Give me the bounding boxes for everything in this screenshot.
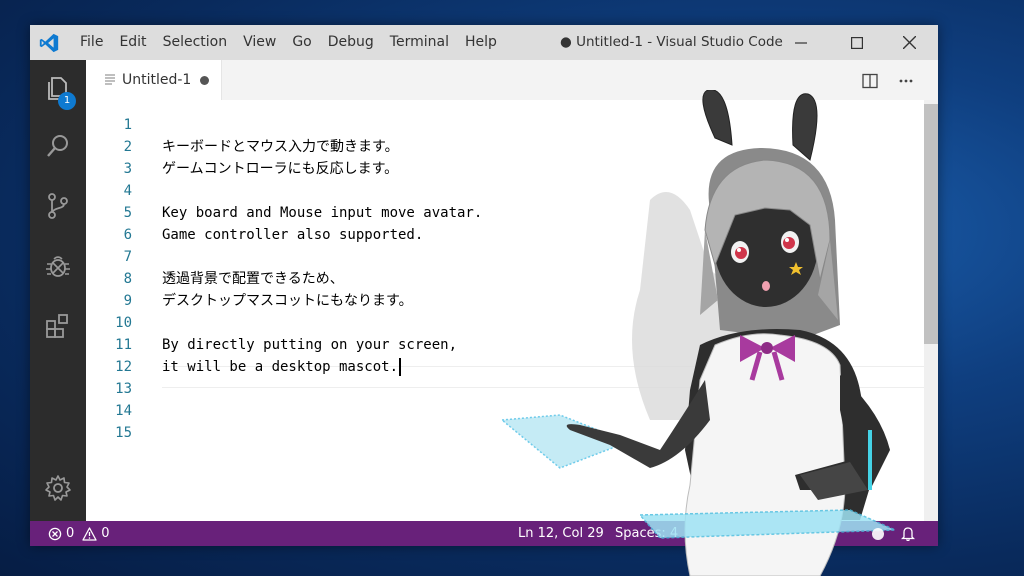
search-button[interactable] bbox=[30, 122, 86, 170]
warning-icon bbox=[82, 526, 97, 541]
line-number: 1 bbox=[123, 117, 132, 133]
cursor-position[interactable]: Ln 12, Col 29 bbox=[518, 521, 604, 546]
code-line[interactable]: デスクトップマスコットにもなります。 bbox=[162, 290, 413, 312]
line-number: 15 bbox=[115, 425, 132, 441]
status-bar: 0 0 Ln 12, Col 29 Spaces: 4 bbox=[30, 521, 938, 546]
settings-button[interactable] bbox=[30, 464, 86, 512]
explorer-button[interactable]: 1 bbox=[30, 64, 86, 112]
gear-icon bbox=[45, 475, 71, 501]
code-line[interactable]: ゲームコントローラにも反応します。 bbox=[162, 158, 398, 180]
line-number: 6 bbox=[123, 227, 132, 243]
code-line[interactable]: Game controller also supported. bbox=[162, 224, 423, 246]
code-line-text: it will be a desktop mascot. bbox=[162, 359, 399, 375]
bell-icon bbox=[901, 527, 915, 541]
menu-item-debug[interactable]: Debug bbox=[320, 25, 382, 60]
maximize-button[interactable] bbox=[834, 25, 880, 60]
unsaved-dot-icon[interactable] bbox=[200, 76, 209, 85]
code-line[interactable]: By directly putting on your screen, bbox=[162, 334, 457, 356]
bug-icon bbox=[46, 256, 70, 277]
search-icon bbox=[47, 135, 68, 157]
code-line-text: ゲームコントローラにも反応します。 bbox=[162, 161, 399, 177]
vscode-window: File Edit Selection View Go Debug Terminal Help… bbox=[30, 25, 938, 546]
line-number: 11 bbox=[115, 337, 132, 353]
line-number: 7 bbox=[123, 249, 132, 265]
code-line-text: By directly putting on your screen, bbox=[162, 337, 458, 353]
text-cursor bbox=[399, 358, 402, 376]
problems-status[interactable]: 0 0 bbox=[48, 521, 110, 546]
file-lines-icon bbox=[105, 74, 115, 85]
menu-item-edit[interactable]: Edit bbox=[111, 25, 154, 60]
code-line[interactable]: 透過背景で配置できるため、 bbox=[162, 268, 344, 290]
notifications-button[interactable] bbox=[901, 521, 915, 546]
vscode-logo-icon bbox=[39, 33, 59, 53]
split-editor-button[interactable] bbox=[857, 68, 883, 94]
activity-bar: 1 bbox=[30, 60, 86, 521]
tab-label: Untitled-1 bbox=[122, 72, 192, 88]
window-title: ● Untitled-1 - Visual Studio Code bbox=[560, 34, 783, 50]
more-actions-button[interactable] bbox=[893, 68, 919, 94]
code-line[interactable]: キーボードとマウス入力で動きます。 bbox=[162, 136, 399, 158]
menu-item-terminal[interactable]: Terminal bbox=[382, 25, 457, 60]
line-number: 12 bbox=[115, 359, 132, 375]
tab-untitled-1[interactable]: Untitled-1 bbox=[86, 60, 222, 100]
code-line-text: デスクトップマスコットにもなります。 bbox=[162, 293, 413, 309]
line-number: 14 bbox=[115, 403, 132, 419]
line-number: 5 bbox=[123, 205, 132, 221]
code-line[interactable]: it will be a desktop mascot. bbox=[162, 356, 402, 378]
warning-count: 0 bbox=[101, 526, 110, 541]
line-number: 10 bbox=[115, 315, 132, 331]
ellipsis-icon bbox=[899, 79, 913, 83]
menu-item-selection[interactable]: Selection bbox=[155, 25, 236, 60]
scrollbar-thumb[interactable] bbox=[924, 104, 938, 344]
menu-item-view[interactable]: View bbox=[235, 25, 284, 60]
close-button[interactable] bbox=[886, 25, 932, 60]
extensions-button[interactable] bbox=[30, 302, 86, 350]
menu-item-go[interactable]: Go bbox=[284, 25, 319, 60]
menu-bar: File Edit Selection View Go Debug Terminal Help bbox=[72, 25, 505, 60]
indentation-status[interactable]: Spaces: 4 bbox=[615, 521, 678, 546]
code-line-text: 透過背景で配置できるため、 bbox=[162, 271, 344, 287]
split-editor-icon bbox=[862, 73, 878, 89]
line-number: 4 bbox=[123, 183, 132, 199]
minimize-button[interactable] bbox=[778, 25, 824, 60]
source-control-button[interactable] bbox=[30, 182, 86, 230]
code-line-text: キーボードとマウス入力で動きます。 bbox=[162, 139, 399, 155]
minimize-icon bbox=[795, 41, 807, 44]
debug-button[interactable] bbox=[30, 242, 86, 290]
menu-item-file[interactable]: File bbox=[72, 25, 111, 60]
line-number: 3 bbox=[123, 161, 132, 177]
line-number: 8 bbox=[123, 271, 132, 287]
vertical-scrollbar[interactable] bbox=[924, 100, 938, 521]
line-number: 9 bbox=[123, 293, 132, 309]
error-count: 0 bbox=[66, 526, 75, 541]
editor-area[interactable]: 1 2 3 4 5 6 7 8 9 10 11 12 13 14 15 キーボードとマウス入力で動きます。ゲ… bbox=[86, 100, 938, 521]
line-number: 13 bbox=[115, 381, 132, 397]
menu-item-help[interactable]: Help bbox=[457, 25, 505, 60]
explorer-badge: 1 bbox=[58, 92, 76, 110]
source-control-icon bbox=[48, 193, 68, 219]
close-icon bbox=[902, 36, 916, 49]
maximize-icon bbox=[851, 36, 863, 49]
title-bar: File Edit Selection View Go Debug Terminal Help… bbox=[30, 25, 938, 60]
error-icon bbox=[48, 527, 62, 540]
code-line-text: Key board and Mouse input move avatar. bbox=[162, 205, 483, 221]
code-line-text: Game controller also supported. bbox=[162, 227, 424, 243]
extensions-icon bbox=[46, 314, 68, 338]
code-line[interactable]: Key board and Mouse input move avatar. bbox=[162, 202, 482, 224]
line-number-gutter: 1 2 3 4 5 6 7 8 9 10 11 12 13 14 15 bbox=[86, 100, 146, 521]
tab-bar: Untitled-1 bbox=[86, 60, 938, 100]
line-number: 2 bbox=[123, 139, 132, 155]
